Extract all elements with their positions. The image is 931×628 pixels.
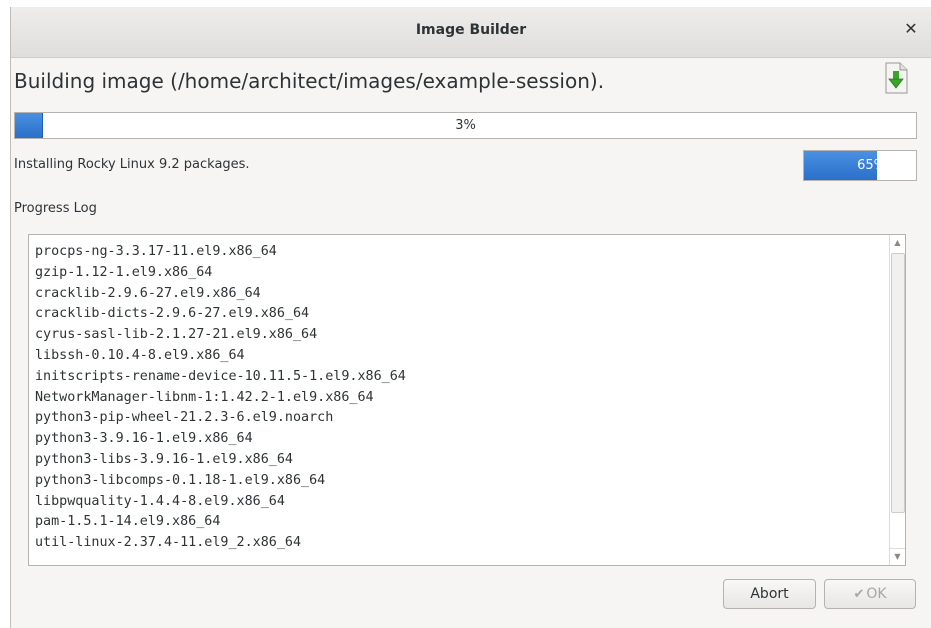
- build-heading: Building image (/home/architect/images/e…: [14, 69, 605, 93]
- scroll-thumb[interactable]: [891, 253, 905, 513]
- ok-label: OK: [866, 586, 887, 602]
- ok-button[interactable]: ✔ OK: [824, 579, 916, 609]
- scroll-up-arrow-icon[interactable]: ▲: [890, 235, 905, 251]
- log-line: procps-ng-3.3.17-11.el9.x86_64: [35, 244, 277, 259]
- log-line: initscripts-rename-device-10.11.5-1.el9.…: [35, 368, 406, 384]
- log-line: gzip-1.12-1.el9.x86_64: [35, 264, 213, 280]
- status-text: Installing Rocky Linux 9.2 packages.: [14, 157, 250, 172]
- download-icon: [885, 62, 908, 94]
- progress-log-label: Progress Log: [14, 201, 97, 216]
- package-progress-label: 65%: [857, 158, 886, 173]
- log-lines: procps-ng-3.3.17-11.el9.x86_64 gzip-1.12-…: [35, 242, 406, 554]
- log-line: python3-3.9.16-1.el9.x86_64: [35, 431, 253, 447]
- log-line: cyrus-sasl-lib-2.1.27-21.el9.x86_64: [35, 327, 318, 343]
- abort-button[interactable]: Abort: [723, 579, 816, 609]
- log-line: NetworkManager-libnm-1:1.42.2-1.el9.x86_…: [35, 389, 374, 405]
- title-bar[interactable]: Image Builder ✕: [11, 7, 931, 58]
- log-line: cracklib-dicts-2.9.6-27.el9.x86_64: [35, 306, 310, 322]
- log-line: libssh-0.10.4-8.el9.x86_64: [35, 347, 245, 363]
- ok-icon: ✔: [853, 587, 865, 602]
- overall-progress-bar: 3%: [14, 112, 917, 139]
- log-line: util-linux-2.37.4-11.el9_2.x86_64: [35, 535, 302, 551]
- close-icon[interactable]: ✕: [901, 19, 921, 39]
- progress-log[interactable]: procps-ng-3.3.17-11.el9.x86_64 gzip-1.12-…: [28, 234, 906, 566]
- log-line: libpwquality-1.4.4-8.el9.x86_64: [35, 493, 285, 509]
- log-line: python3-libs-3.9.16-1.el9.x86_64: [35, 451, 293, 467]
- window-title: Image Builder: [415, 22, 527, 38]
- scroll-down-arrow-icon[interactable]: ▼: [890, 548, 905, 565]
- log-line: python3-pip-wheel-21.2.3-6.el9.noarch: [35, 410, 334, 426]
- overall-progress-label: 3%: [455, 118, 476, 133]
- log-line: pam-1.5.1-14.el9.x86_64: [35, 514, 221, 530]
- package-progress-bar: 65%: [803, 150, 917, 181]
- log-line: cracklib-2.9.6-27.el9.x86_64: [35, 285, 261, 301]
- log-line: python3-libcomps-0.1.18-1.el9.x86_64: [35, 472, 326, 488]
- log-scrollbar[interactable]: ▲ ▼: [889, 235, 905, 565]
